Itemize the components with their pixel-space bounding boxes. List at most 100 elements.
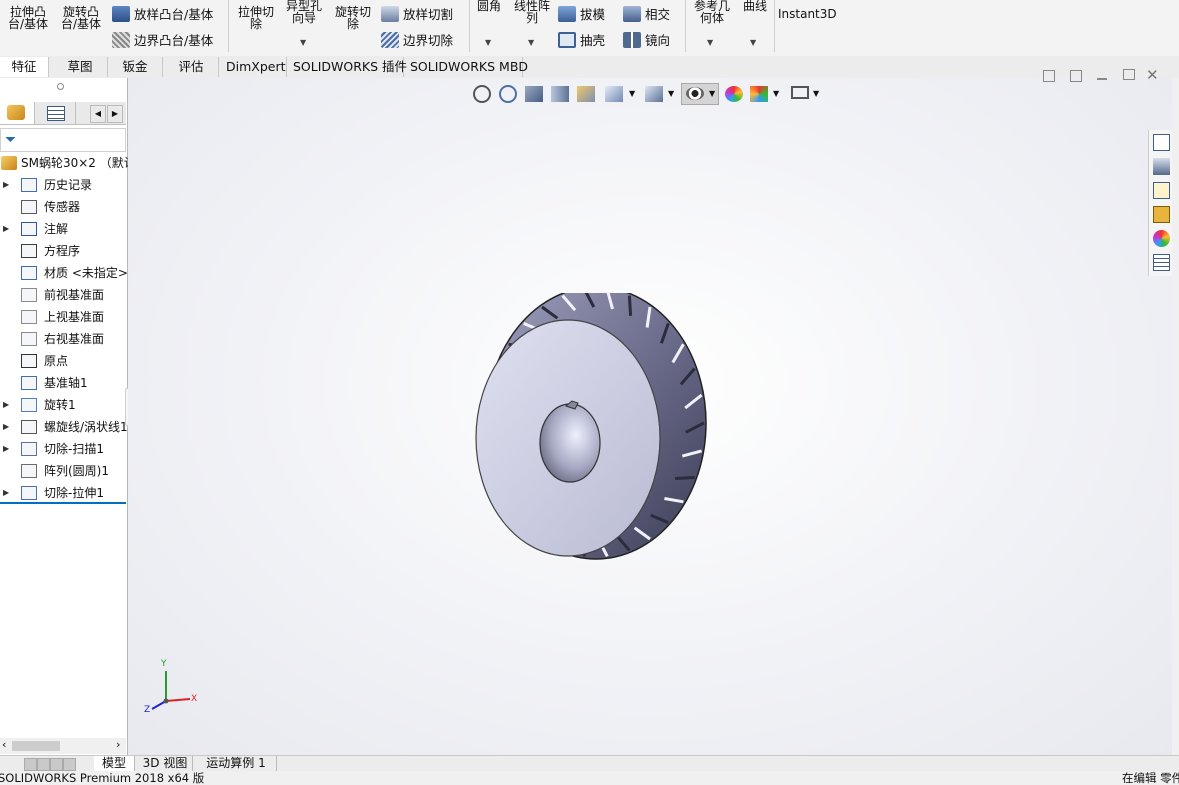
hole-wizard-dropdown-icon[interactable]: ▼ [300, 38, 306, 47]
reference-geometry-button[interactable]: 参考几 何体 [690, 0, 734, 24]
tab-scroll-prev-icon[interactable] [37, 758, 50, 771]
tab-solidworks-mbd[interactable]: SOLIDWORKS MBD [404, 57, 528, 77]
expand-arrow-icon[interactable]: ▶ [3, 417, 9, 437]
tree-item-label: 方程序 [44, 244, 81, 258]
tab-solidworks-addins[interactable]: SOLIDWORKS 插件 [287, 57, 407, 77]
tree-item[interactable]: 前视基准面 [0, 285, 126, 305]
display-style-dropdown-icon[interactable]: ▼ [668, 89, 674, 98]
tree-item[interactable]: ▶ 切除-拉伸1 [0, 483, 126, 504]
tree-item[interactable]: 阵列(圆周)1 [0, 461, 126, 481]
tab-scroll-first-icon[interactable] [24, 758, 37, 771]
apply-scene-dropdown-icon[interactable]: ▼ [773, 89, 779, 98]
panel-tab-scroll-left[interactable]: ◀ [90, 105, 106, 123]
dynamic-annotation-icon[interactable] [577, 86, 595, 102]
expand-arrow-icon[interactable]: ▶ [3, 219, 9, 239]
view-settings-icon[interactable] [791, 86, 809, 99]
extrude-boss-button[interactable]: 拉伸凸 台/基体 [6, 6, 50, 30]
tree-item[interactable]: ▶ 注解 [0, 219, 126, 239]
revolve-cut-button[interactable]: 旋转切 除 [331, 6, 375, 30]
close-icon[interactable]: ✕ [1146, 66, 1159, 84]
tree-item[interactable]: ▶ 螺旋线/涡状线1 [0, 417, 128, 437]
reference-geometry-dropdown-icon[interactable]: ▼ [707, 38, 713, 47]
display-style-icon[interactable] [645, 86, 663, 102]
tab-scroll-next-icon[interactable] [50, 758, 63, 771]
edit-appearance-icon[interactable] [725, 86, 743, 102]
panel-tab-scroll-right[interactable]: ▶ [107, 105, 123, 123]
appearances-icon[interactable] [1153, 230, 1170, 247]
tab-sheet-metal-label: 钣金 [122, 59, 148, 74]
instant3d-button[interactable]: Instant3D [778, 8, 837, 20]
minimize-icon[interactable] [1097, 78, 1107, 80]
curves-dropdown-icon[interactable]: ▼ [750, 38, 756, 47]
graphics-area[interactable]: ▼ ▼ ▼ ▼ ▼ ✕ Y X Z [128, 66, 1172, 755]
tree-item[interactable]: 基准轴1 [0, 373, 126, 393]
boundary-cut-button[interactable]: 边界切除 [381, 30, 453, 49]
file-explorer-icon[interactable] [1153, 182, 1170, 199]
solidworks-resources-icon[interactable] [1153, 134, 1170, 151]
tab-sheet-metal[interactable]: 钣金 [108, 57, 163, 77]
tree-item[interactable]: 右视基准面 [0, 329, 126, 349]
panel-hscroll[interactable]: ‹ › [0, 738, 126, 754]
shell-button[interactable]: 抽壳 [558, 30, 605, 49]
tab-3d-view[interactable]: 3D 视图 [138, 756, 193, 772]
revolve-boss-button[interactable]: 旋转凸 台/基体 [58, 6, 104, 30]
loft-boss-icon [112, 5, 130, 22]
scroll-thumb[interactable] [12, 741, 60, 751]
filter-bar[interactable]: ⏷ [0, 128, 126, 152]
section-view-icon[interactable] [551, 86, 569, 102]
expand-arrow-icon[interactable]: ▶ [3, 439, 9, 459]
curves-button[interactable]: 曲线 [738, 0, 772, 12]
scroll-right-icon[interactable]: › [116, 738, 120, 751]
zoom-to-fit-icon[interactable] [473, 85, 491, 103]
hide-show-dropdown-icon[interactable]: ▼ [709, 89, 715, 98]
boundary-boss-button[interactable]: 边界凸台/基体 [112, 30, 213, 49]
loft-boss-button[interactable]: 放样凸台/基体 [112, 4, 213, 23]
intersect-button[interactable]: 相交 [623, 4, 670, 23]
tree-item[interactable]: ▶ 切除-扫描1 [0, 439, 126, 459]
tab-scroll-last-icon[interactable] [63, 758, 76, 771]
tree-item[interactable]: ▶ 历史记录 [0, 175, 126, 195]
property-manager-tab[interactable] [35, 102, 76, 124]
zoom-to-area-icon[interactable] [499, 85, 517, 103]
expand-arrow-icon[interactable]: ▶ [3, 175, 9, 195]
hole-wizard-button[interactable]: 异型孔 向导 [282, 0, 326, 24]
tree-item[interactable]: 方程序 [0, 241, 126, 261]
tab-sketch[interactable]: 草图 [53, 57, 108, 77]
view-orientation-dropdown-icon[interactable]: ▼ [629, 89, 635, 98]
expand-arrow-icon[interactable]: ▶ [3, 483, 9, 503]
tree-item[interactable]: ▶ 旋转1 [0, 395, 126, 415]
extrude-cut-button[interactable]: 拉伸切 除 [234, 6, 278, 30]
tree-item[interactable]: 传感器 [0, 197, 126, 217]
mirror-button[interactable]: 镜向 [623, 30, 670, 49]
tree-item[interactable]: 材质 <未指定> [0, 263, 128, 283]
view-orientation-icon[interactable] [605, 86, 623, 102]
worm-gear-model[interactable] [458, 293, 718, 578]
loft-cut-button[interactable]: 放样切割 [381, 4, 453, 23]
tree-item[interactable]: 上视基准面 [0, 307, 126, 327]
design-library-icon[interactable] [1153, 158, 1170, 175]
view-palette-icon[interactable] [1153, 206, 1170, 223]
tree-item[interactable]: 原点 [0, 351, 126, 371]
expand-arrow-icon[interactable]: ▶ [3, 395, 9, 415]
panel-grip[interactable] [57, 83, 64, 90]
tab-dimxpert[interactable]: DimXpert [220, 57, 287, 77]
scroll-left-icon[interactable]: ‹ [2, 738, 6, 751]
custom-properties-icon[interactable] [1153, 254, 1170, 271]
tab-model[interactable]: 模型 [94, 756, 135, 772]
tab-features[interactable]: 特征 [0, 57, 49, 77]
previous-view-icon[interactable] [525, 86, 543, 102]
restore-left-icon[interactable] [1043, 70, 1055, 82]
fillet-dropdown-icon[interactable]: ▼ [485, 38, 491, 47]
tree-item-label: 注解 [44, 222, 69, 236]
feature-manager-tab[interactable] [0, 102, 35, 124]
tab-evaluate[interactable]: 评估 [164, 57, 219, 77]
restore-right-icon[interactable] [1070, 70, 1082, 82]
fillet-button[interactable]: 圆角 [472, 0, 506, 12]
linear-pattern-dropdown-icon[interactable]: ▼ [528, 38, 534, 47]
view-settings-dropdown-icon[interactable]: ▼ [813, 89, 819, 98]
maximize-icon[interactable] [1123, 69, 1135, 80]
apply-scene-icon[interactable] [750, 86, 768, 102]
tab-motion-study[interactable]: 运动算例 1 [196, 756, 277, 772]
draft-button[interactable]: 拔模 [558, 4, 605, 23]
linear-pattern-button[interactable]: 线性阵 列 [510, 0, 554, 24]
